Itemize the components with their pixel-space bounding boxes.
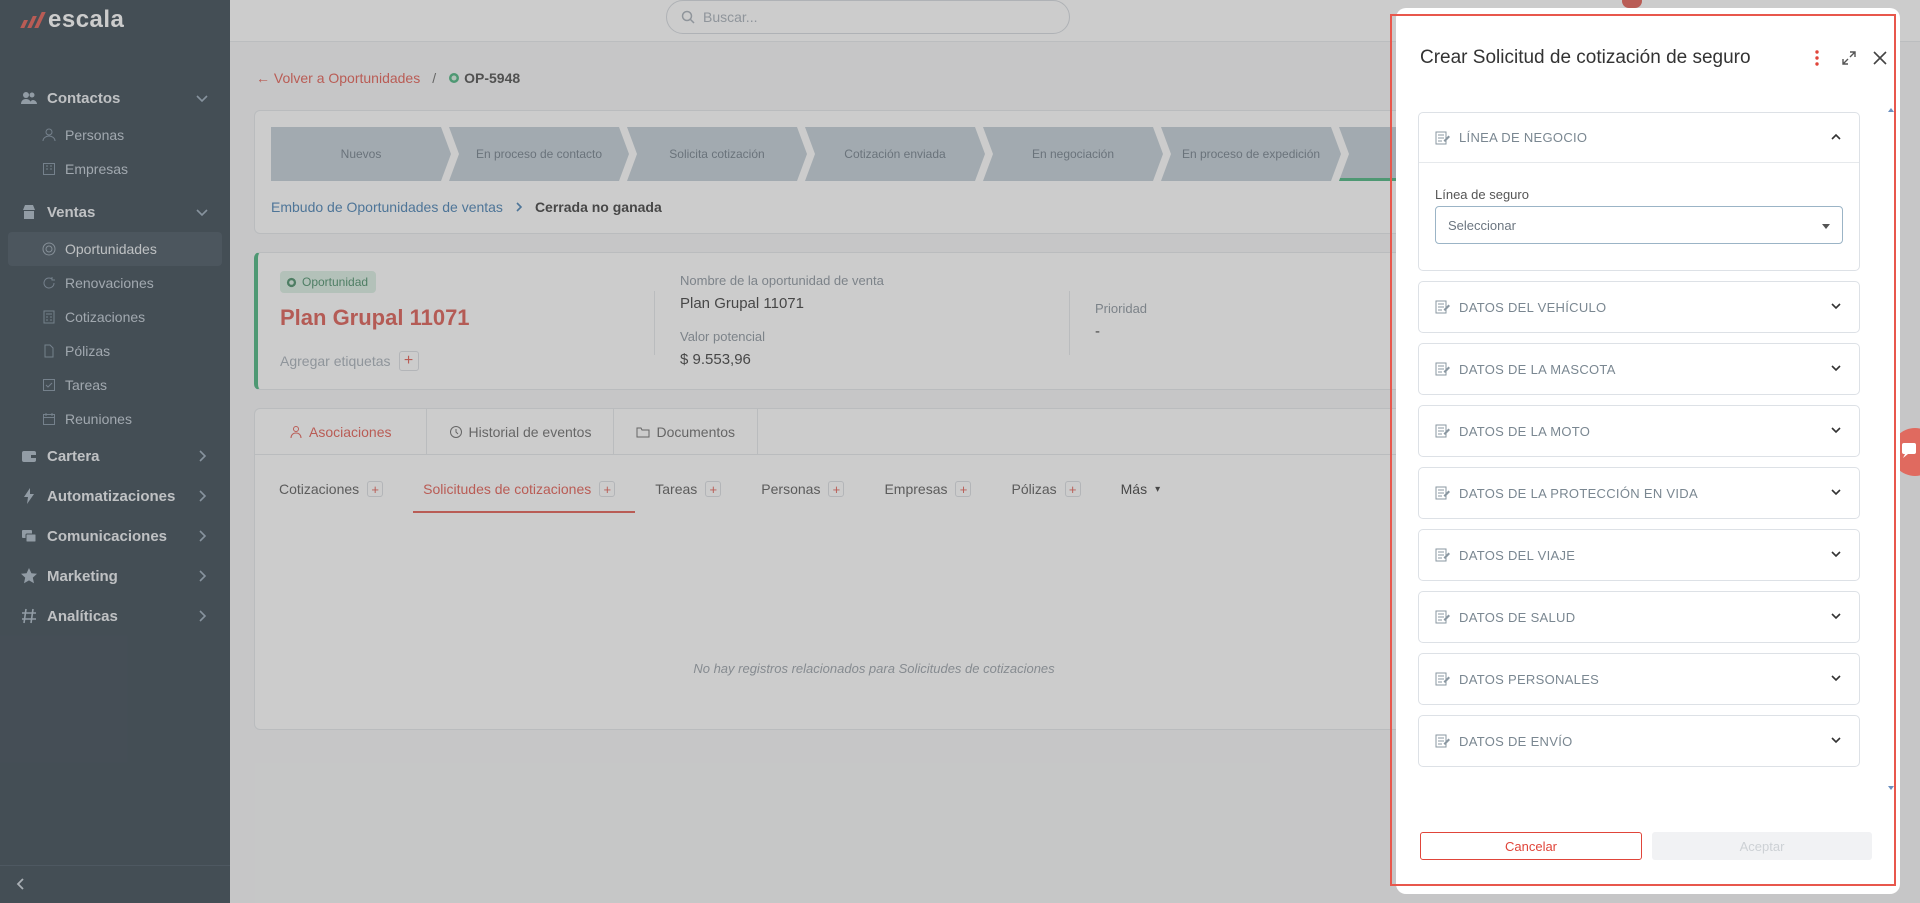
- section-header[interactable]: DATOS DE LA MOTO: [1419, 406, 1859, 456]
- form-icon: [1435, 609, 1451, 625]
- section-header[interactable]: DATOS DE LA PROTECCIÓN EN VIDA: [1419, 468, 1859, 518]
- chevron-down-icon: [1831, 551, 1841, 558]
- form-icon: [1435, 299, 1451, 315]
- form-icon: [1435, 361, 1451, 377]
- section-datos-del-viaje: DATOS DEL VIAJE: [1418, 529, 1860, 581]
- chevron-down-icon: [1831, 675, 1841, 682]
- section-header[interactable]: DATOS DE LA MASCOTA: [1419, 344, 1859, 394]
- select-placeholder: Seleccionar: [1448, 217, 1516, 233]
- expand-icon: [1842, 51, 1856, 65]
- line-of-insurance-label: Línea de seguro: [1435, 187, 1529, 202]
- scroll-up-arrow[interactable]: [1888, 108, 1894, 112]
- section-title: DATOS DE SALUD: [1459, 609, 1576, 625]
- section-title: DATOS DE LA MOTO: [1459, 423, 1591, 439]
- form-icon: [1435, 485, 1451, 501]
- caret-down-icon: [1822, 224, 1830, 229]
- form-icon: [1435, 423, 1451, 439]
- chevron-down-icon: [1831, 303, 1841, 310]
- chat-icon: [1902, 443, 1916, 458]
- form-icon: [1435, 547, 1451, 563]
- chevron-down-icon: [1831, 427, 1841, 434]
- section-header[interactable]: DATOS DEL VIAJE: [1419, 530, 1859, 580]
- more-options-button[interactable]: [1806, 47, 1828, 69]
- section-datos-personales: DATOS PERSONALES: [1418, 653, 1860, 705]
- dialog-title: Crear Solicitud de cotización de seguro: [1420, 47, 1751, 68]
- accept-button[interactable]: Aceptar: [1652, 832, 1872, 860]
- dialog-body: LÍNEA DE NEGOCIO Línea de seguro Selecci…: [1418, 112, 1860, 777]
- create-quote-request-dialog: Crear Solicitud de cotización de seguro …: [1396, 8, 1900, 894]
- section-header[interactable]: LÍNEA DE NEGOCIO: [1419, 113, 1859, 163]
- section-header[interactable]: DATOS PERSONALES: [1419, 654, 1859, 704]
- section-linea-de-negocio: LÍNEA DE NEGOCIO Línea de seguro Selecci…: [1418, 112, 1860, 271]
- section-title: DATOS DE ENVÍO: [1459, 733, 1573, 749]
- expand-button[interactable]: [1838, 47, 1860, 69]
- section-datos-del-vehiculo: DATOS DEL VEHÍCULO: [1418, 281, 1860, 333]
- chevron-up-icon: [1831, 133, 1841, 140]
- dialog-footer: Cancelar Aceptar: [1420, 832, 1872, 862]
- chevron-down-icon: [1831, 737, 1841, 744]
- kebab-menu-icon: [1815, 50, 1819, 66]
- section-datos-de-salud: DATOS DE SALUD: [1418, 591, 1860, 643]
- form-icon: [1435, 733, 1451, 749]
- section-title: DATOS DEL VEHÍCULO: [1459, 299, 1607, 315]
- section-title: LÍNEA DE NEGOCIO: [1459, 130, 1588, 145]
- chevron-down-icon: [1831, 613, 1841, 620]
- section-datos-de-envio: DATOS DE ENVÍO: [1418, 715, 1860, 767]
- section-title: DATOS DE LA MASCOTA: [1459, 361, 1616, 377]
- dialog-header: Crear Solicitud de cotización de seguro: [1420, 38, 1887, 78]
- section-datos-de-la-mascota: DATOS DE LA MASCOTA: [1418, 343, 1860, 395]
- close-icon: [1873, 51, 1887, 65]
- chevron-down-icon: [1831, 489, 1841, 496]
- section-title: DATOS PERSONALES: [1459, 671, 1600, 687]
- form-icon: [1435, 130, 1451, 146]
- section-datos-de-la-moto: DATOS DE LA MOTO: [1418, 405, 1860, 457]
- line-of-insurance-select[interactable]: Seleccionar: [1435, 206, 1843, 244]
- section-header[interactable]: DATOS DE ENVÍO: [1419, 716, 1859, 766]
- section-title: DATOS DE LA PROTECCIÓN EN VIDA: [1459, 485, 1698, 501]
- cancel-button[interactable]: Cancelar: [1420, 832, 1642, 860]
- form-icon: [1435, 671, 1451, 687]
- section-title: DATOS DEL VIAJE: [1459, 547, 1576, 563]
- chevron-down-icon: [1831, 365, 1841, 372]
- close-button[interactable]: [1869, 47, 1891, 69]
- section-header[interactable]: DATOS DEL VEHÍCULO: [1419, 282, 1859, 332]
- section-datos-proteccion-en-vida: DATOS DE LA PROTECCIÓN EN VIDA: [1418, 467, 1860, 519]
- section-header[interactable]: DATOS DE SALUD: [1419, 592, 1859, 642]
- section-content: Línea de seguro Seleccionar: [1419, 163, 1859, 270]
- scroll-down-arrow[interactable]: [1888, 786, 1894, 790]
